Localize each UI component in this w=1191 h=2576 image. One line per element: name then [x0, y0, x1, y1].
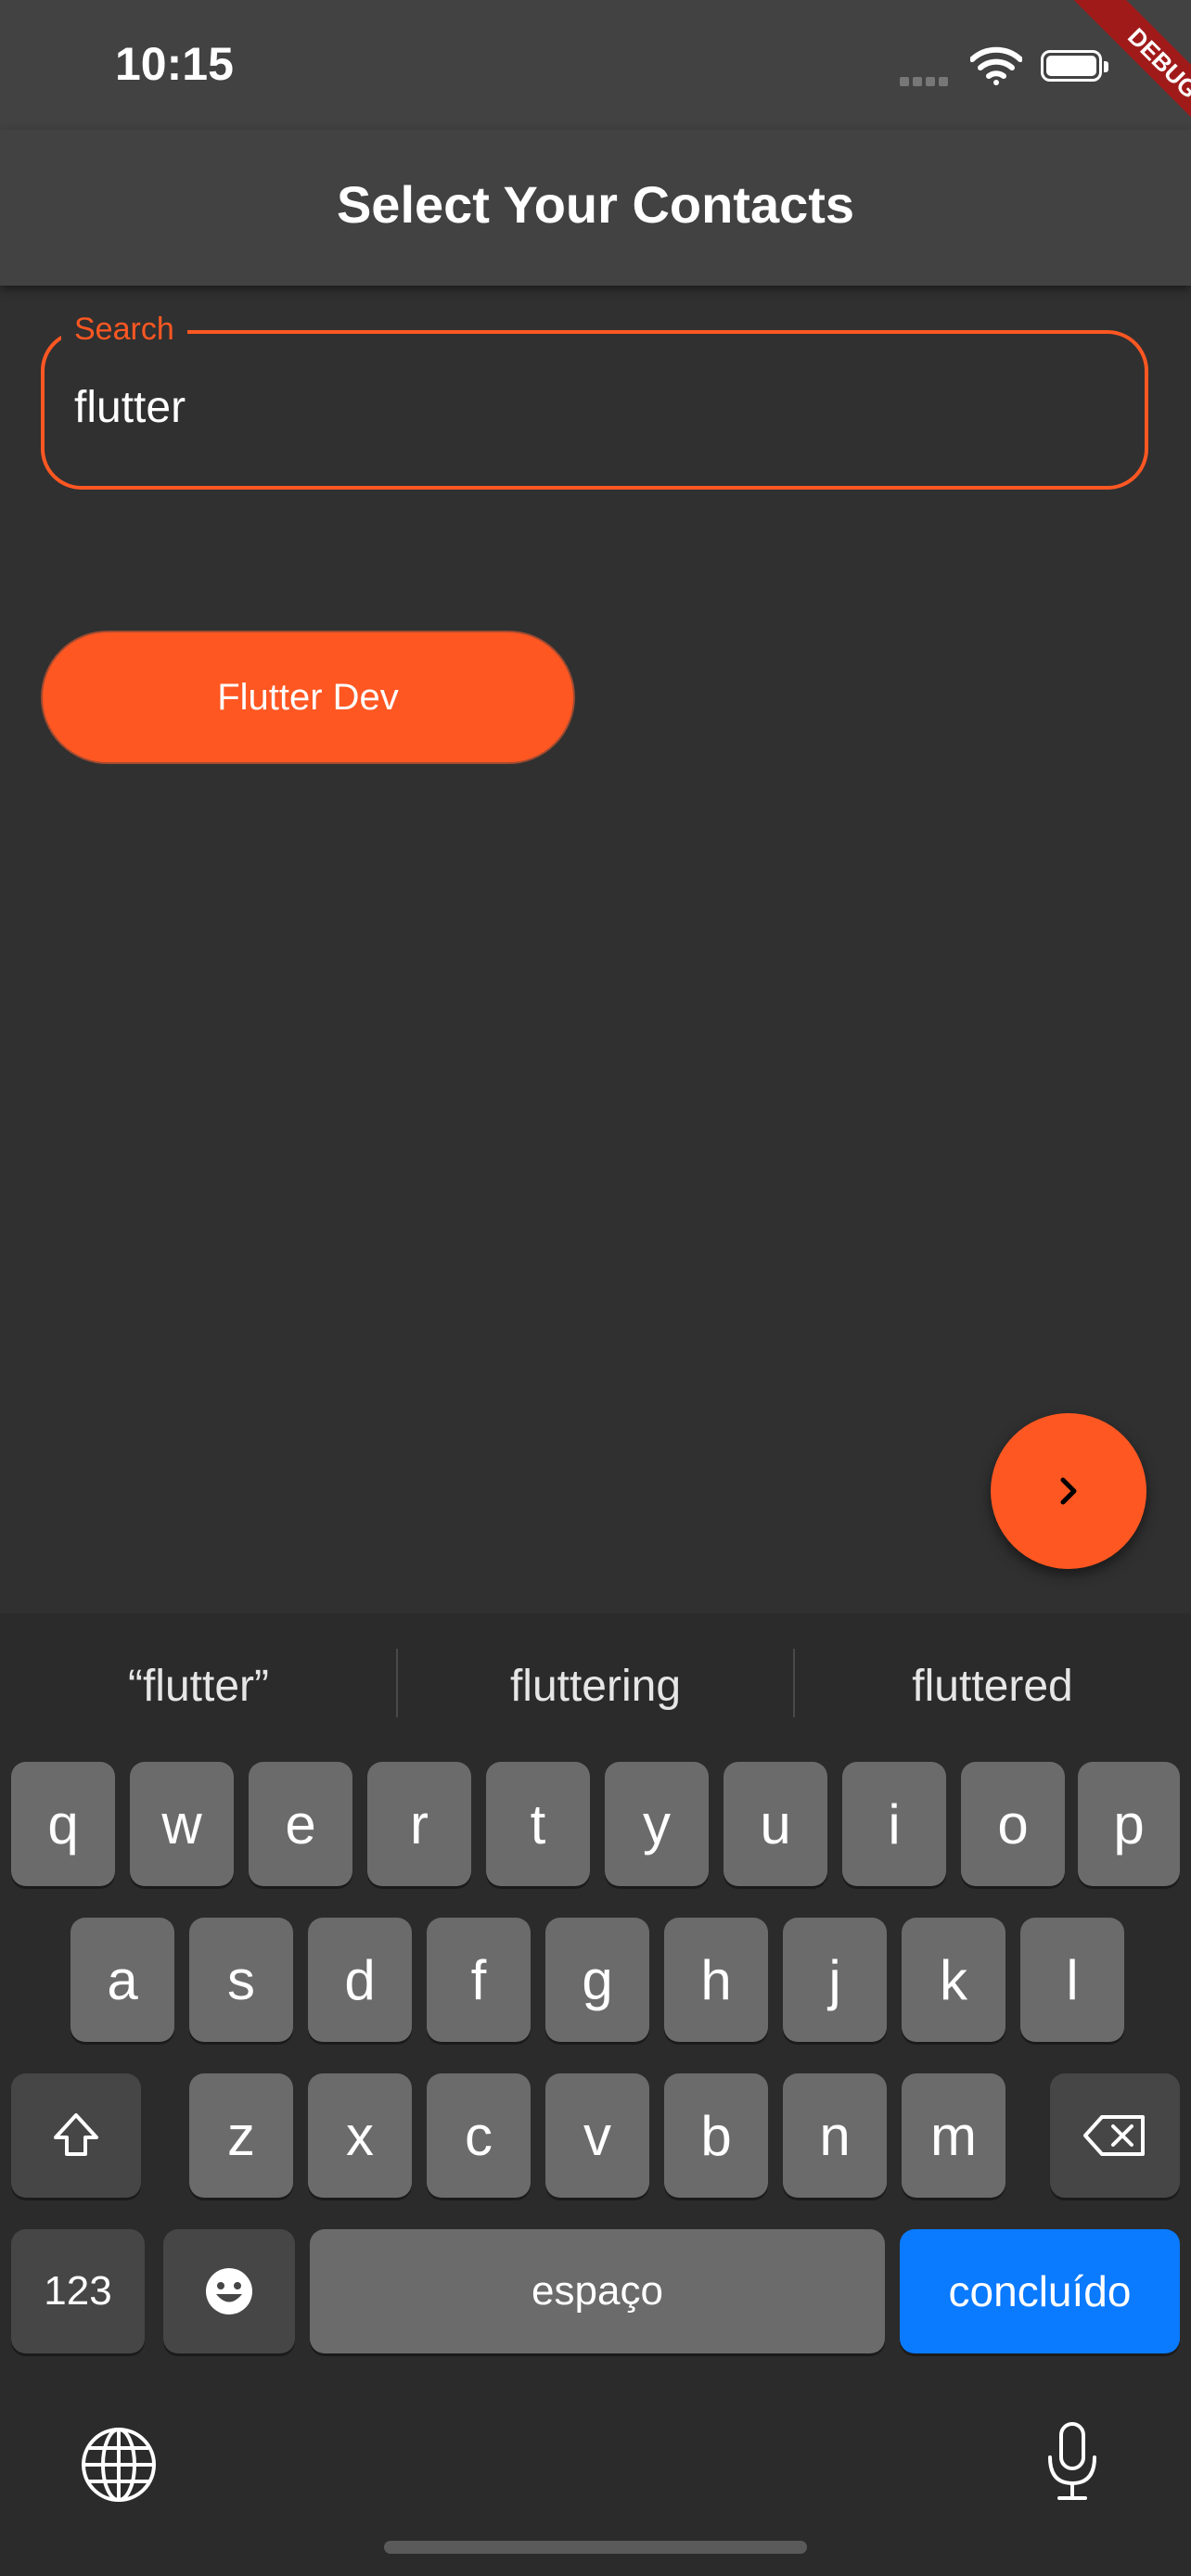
key-h[interactable]: h: [664, 1918, 768, 2042]
space-key[interactable]: espaço: [310, 2229, 885, 2353]
shift-icon: [54, 2113, 98, 2156]
key-e[interactable]: e: [249, 1762, 352, 1886]
page-title: Select Your Contacts: [336, 175, 855, 234]
key-i[interactable]: i: [842, 1762, 946, 1886]
key-c[interactable]: c: [427, 2073, 531, 2198]
contact-chip[interactable]: Flutter Dev: [41, 631, 575, 764]
suggestion-item[interactable]: “flutter”: [0, 1613, 397, 1758]
backspace-key[interactable]: [1050, 2073, 1180, 2198]
wifi-icon: [969, 46, 1023, 90]
key-o[interactable]: o: [961, 1762, 1065, 1886]
shift-key[interactable]: [11, 2073, 141, 2198]
next-button[interactable]: [991, 1413, 1146, 1569]
key-x[interactable]: x: [308, 2073, 412, 2198]
home-indicator: [384, 2541, 807, 2554]
key-n[interactable]: n: [783, 2073, 887, 2198]
status-time: 10:15: [115, 38, 234, 90]
backspace-icon: [1083, 2115, 1145, 2156]
app-bar: Select Your Contacts: [0, 130, 1191, 286]
key-t[interactable]: t: [486, 1762, 590, 1886]
key-m[interactable]: m: [902, 2073, 1005, 2198]
cellular-signal-icon: [900, 74, 952, 91]
key-s[interactable]: s: [189, 1918, 293, 2042]
emoji-key[interactable]: [163, 2229, 295, 2353]
key-j[interactable]: j: [783, 1918, 887, 2042]
key-y[interactable]: y: [605, 1762, 709, 1886]
key-p[interactable]: p: [1078, 1762, 1180, 1886]
key-k[interactable]: k: [902, 1918, 1005, 2042]
key-z[interactable]: z: [189, 2073, 293, 2198]
status-bar: 10:15: [0, 0, 1191, 130]
search-input[interactable]: [41, 330, 1148, 490]
key-l[interactable]: l: [1020, 1918, 1124, 2042]
globe-icon[interactable]: [80, 2426, 158, 2508]
key-d[interactable]: d: [308, 1918, 412, 2042]
done-key[interactable]: concluído: [900, 2229, 1180, 2353]
chevron-right-icon: [1060, 1477, 1077, 1505]
search-input-value[interactable]: flutter: [74, 382, 186, 433]
key-r[interactable]: r: [367, 1762, 471, 1886]
key-a[interactable]: a: [70, 1918, 174, 2042]
search-label: Search: [61, 312, 187, 348]
key-w[interactable]: w: [130, 1762, 234, 1886]
suggestion-item[interactable]: fluttering: [397, 1613, 794, 1758]
key-g[interactable]: g: [545, 1918, 649, 2042]
key-u[interactable]: u: [724, 1762, 827, 1886]
numbers-key[interactable]: 123: [11, 2229, 145, 2353]
emoji-icon: [206, 2268, 252, 2315]
key-b[interactable]: b: [664, 2073, 768, 2198]
key-f[interactable]: f: [427, 1918, 531, 2042]
keyboard-suggestions: “flutter” fluttering fluttered: [0, 1613, 1191, 1758]
suggestion-item[interactable]: fluttered: [794, 1613, 1191, 1758]
key-q[interactable]: q: [11, 1762, 115, 1886]
battery-icon: [1041, 50, 1108, 82]
key-v[interactable]: v: [545, 2073, 649, 2198]
microphone-icon[interactable]: [1044, 2420, 1100, 2508]
